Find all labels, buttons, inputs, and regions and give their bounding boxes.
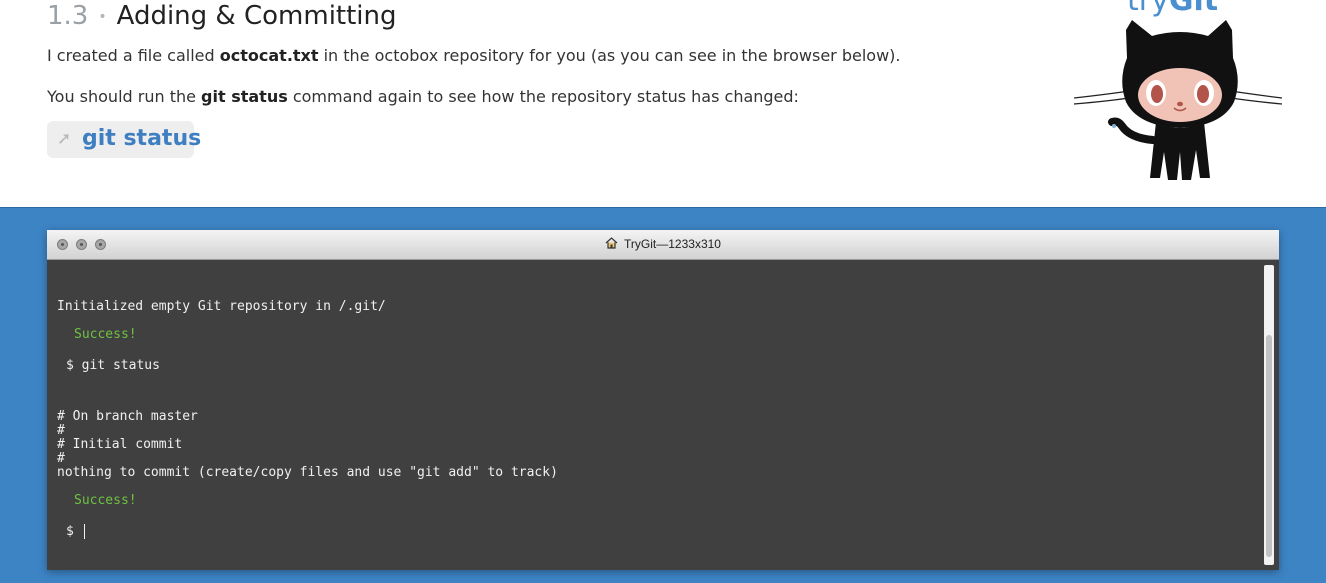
prompt-symbol: $ bbox=[66, 524, 74, 539]
terminal-area: TryGit—1233x310 Initialized empty Git re… bbox=[0, 207, 1326, 583]
octocat-icon bbox=[1073, 20, 1283, 180]
instructions-text: command again to see how the repository … bbox=[287, 87, 799, 106]
text-cursor bbox=[83, 524, 85, 539]
lesson-title: Adding & Committing bbox=[116, 1, 397, 31]
instructions-text: I created a file called bbox=[47, 46, 220, 65]
scrollbar-thumb[interactable] bbox=[1266, 335, 1272, 557]
home-icon bbox=[605, 237, 618, 249]
filename-text: octocat.txt bbox=[219, 46, 319, 65]
terminal-line: # bbox=[57, 451, 65, 466]
terminal-titlebar: TryGit—1233x310 bbox=[47, 230, 1279, 260]
terminal-line: # bbox=[57, 423, 65, 438]
terminal-title-text: TryGit—1233x310 bbox=[624, 237, 721, 251]
lesson-instructions-2: You should run the git status command ag… bbox=[47, 86, 799, 108]
terminal-command: $ git status bbox=[66, 358, 160, 373]
instructions-text: You should run the bbox=[47, 87, 202, 106]
arrow-icon: ➚ bbox=[57, 129, 72, 149]
terminal-line: # Initial commit bbox=[57, 437, 183, 452]
terminal-scrollbar[interactable] bbox=[1264, 265, 1274, 565]
lesson-separator: • bbox=[98, 8, 107, 25]
command-text: git status bbox=[201, 87, 288, 106]
command-label: git status bbox=[82, 126, 202, 151]
terminal-line: # On branch master bbox=[57, 409, 198, 424]
success-message: Success! bbox=[74, 493, 137, 508]
terminal-window: TryGit—1233x310 Initialized empty Git re… bbox=[47, 230, 1279, 570]
terminal-title: TryGit—1233x310 bbox=[47, 230, 1279, 259]
lesson-number: 1.3 bbox=[47, 1, 89, 31]
terminal-output[interactable]: Initialized empty Git repository in /.gi… bbox=[47, 260, 1279, 570]
terminal-line: Initialized empty Git repository in /.gi… bbox=[57, 299, 386, 314]
instructions-text: in the octobox repository for you (as yo… bbox=[318, 46, 901, 65]
lesson-instructions-1: I created a file called octocat.txt in t… bbox=[47, 45, 901, 67]
lesson-heading: 1.3 • Adding & Committing bbox=[47, 0, 397, 35]
terminal-prompt[interactable]: $ bbox=[66, 524, 85, 539]
success-message: Success! bbox=[74, 327, 137, 342]
lesson-panel: 1.3 • Adding & Committing I created a file… bbox=[0, 0, 1326, 207]
terminal-line: nothing to commit (create/copy files and… bbox=[57, 465, 558, 480]
run-command-button[interactable]: ➚ git status bbox=[47, 121, 201, 158]
trygit-logo: tryGit bbox=[1060, 0, 1300, 190]
